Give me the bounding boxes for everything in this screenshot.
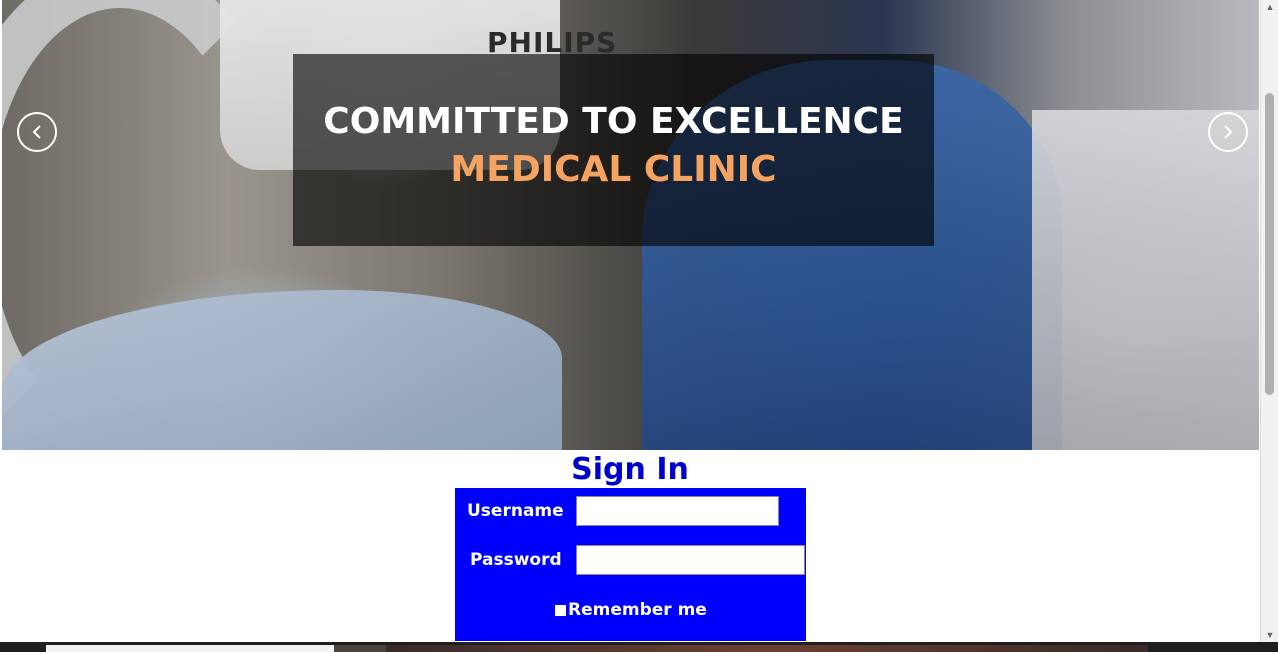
- taskbar: [0, 642, 1278, 652]
- remember-me-label: Remember me: [568, 600, 707, 620]
- carousel-next-button[interactable]: [1208, 112, 1248, 152]
- chevron-left-icon: [32, 125, 41, 139]
- remember-me-checkbox[interactable]: Remember me: [555, 600, 707, 620]
- hero-carousel: PHILIPS COMMITTED TO EXCELLENCE MEDICAL …: [2, 0, 1259, 450]
- scroll-up-arrow-icon[interactable]: ▲: [1261, 0, 1278, 14]
- carousel-prev-button[interactable]: [17, 112, 57, 152]
- taskbar-item[interactable]: [334, 645, 386, 652]
- hero-caption: COMMITTED TO EXCELLENCE MEDICAL CLINIC: [293, 54, 934, 246]
- checkbox-box[interactable]: [555, 604, 566, 616]
- medical-equipment: [1032, 110, 1259, 450]
- taskbar-item[interactable]: [46, 645, 334, 652]
- username-label: Username: [467, 501, 564, 521]
- scroll-thumb[interactable]: [1265, 93, 1274, 395]
- page: PHILIPS COMMITTED TO EXCELLENCE MEDICAL …: [0, 0, 1260, 642]
- signin-title: Sign In: [571, 452, 689, 487]
- signin-form: Username Password Remember me: [455, 488, 806, 641]
- scroll-down-arrow-icon[interactable]: ▼: [1261, 628, 1278, 642]
- taskbar-item[interactable]: [386, 645, 1148, 652]
- password-label: Password: [470, 550, 562, 570]
- username-input[interactable]: [576, 496, 779, 526]
- password-input[interactable]: [576, 545, 805, 575]
- hero-subtitle: MEDICAL CLINIC: [450, 149, 777, 190]
- chevron-right-icon: [1224, 125, 1233, 139]
- hero-title: COMMITTED TO EXCELLENCE: [323, 101, 904, 142]
- vertical-scrollbar[interactable]: ▲ ▼: [1260, 0, 1278, 642]
